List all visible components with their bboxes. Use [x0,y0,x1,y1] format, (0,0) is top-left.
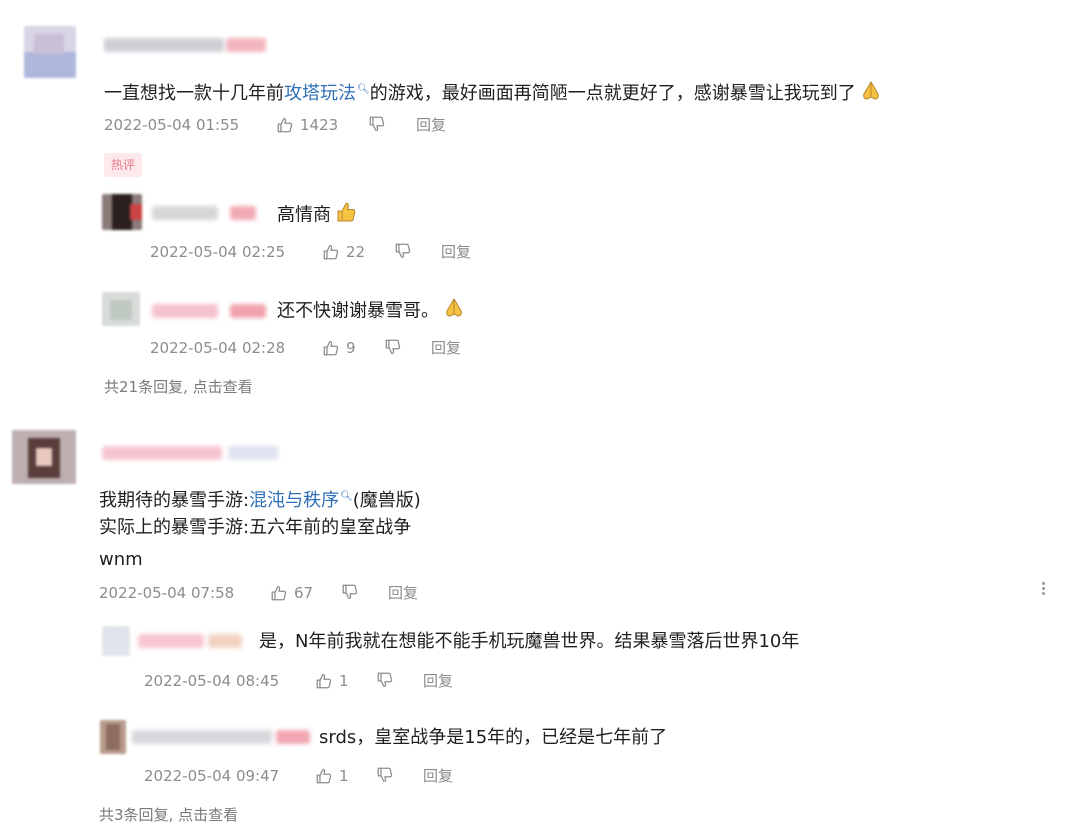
reply-label: 回复 [423,672,454,690]
reply-text: 高情商 [277,201,357,230]
dislike-button[interactable] [368,115,386,133]
reply-button[interactable]: 回复 [441,242,471,262]
thumbs-down-icon [341,583,359,601]
reply-text-part: 高情商 [277,204,331,226]
thumbs-up-icon [276,116,294,134]
comment-text: 我期待的暴雪手游:混沌与秩序🔍︎(魔兽版) [99,485,421,513]
view-more-replies-link[interactable]: 共21条回复, 点击查看 [104,377,253,397]
like-button[interactable]: 9 [322,338,356,358]
comment-time: 2022-05-04 07:58 [99,584,235,602]
search-hint-icon: 🔍︎ [340,491,353,502]
like-button[interactable]: 67 [270,583,313,603]
thumbs-down-icon [376,671,394,689]
thumbs-up-emoji [335,201,357,230]
view-more-replies-link[interactable]: 共3条回复, 点击查看 [99,805,238,825]
like-button[interactable]: 1423 [276,115,338,135]
comment-text-part: 的游戏，最好画面再简陋一点就更好了，感谢暴雪让我玩到了 [369,83,856,104]
comment-text-part: 我期待的暴雪手游: [99,490,250,511]
like-count: 1423 [300,116,339,134]
like-button[interactable]: 1 [315,671,349,691]
topic-link[interactable]: 攻塔玩法 [284,83,356,104]
comment-time: 2022-05-04 01:55 [104,116,240,134]
hot-comment-badge: 热评 [104,153,143,177]
dislike-button[interactable] [376,766,394,784]
reply-button[interactable]: 回复 [431,338,461,358]
search-hint-icon: 🔍︎ [357,84,370,95]
dislike-button[interactable] [394,242,412,260]
like-button[interactable]: 1 [315,766,349,786]
like-count: 9 [346,339,356,357]
thumbs-up-icon [270,584,288,602]
avatar[interactable] [102,626,130,656]
avatar[interactable] [102,292,140,326]
reply-text: srds，皇室战争是15年的，已经是七年前了 [319,727,668,748]
comment-text-part: 一直想找一款十几年前 [104,83,284,104]
comment-text-line: wnm [99,549,143,570]
comment-text: 一直想找一款十几年前攻塔玩法🔍︎的游戏，最好画面再简陋一点就更好了，感谢暴雪让我… [104,78,882,109]
like-count: 1 [339,672,349,690]
reply-label: 回复 [416,116,447,134]
avatar[interactable] [102,194,142,230]
reply-text-part: 还不快谢谢暴雪哥。 [277,300,439,322]
like-button[interactable]: 22 [322,242,365,262]
more-icon[interactable] [1042,580,1046,597]
folded-hands-emoji [860,80,882,109]
reply-time: 2022-05-04 08:45 [144,672,280,690]
reply-time: 2022-05-04 09:47 [144,767,280,785]
thumbs-up-icon [322,339,340,357]
reply-time: 2022-05-04 02:25 [150,243,286,261]
like-count: 67 [294,584,314,602]
dislike-button[interactable] [376,671,394,689]
reply-label: 回复 [441,243,472,261]
reply-button[interactable]: 回复 [388,583,418,603]
thumbs-up-icon [315,672,333,690]
thumbs-down-icon [394,242,412,260]
reply-time: 2022-05-04 02:28 [150,339,286,357]
comment-text-line: 实际上的暴雪手游:五六年前的皇室战争 [99,517,412,538]
reply-label: 回复 [431,339,462,357]
reply-text: 还不快谢谢暴雪哥。 [277,297,465,326]
avatar[interactable] [12,430,76,484]
reply-text: 是，N年前我就在想能不能手机玩魔兽世界。结果暴雪落后世界10年 [259,631,800,652]
dislike-button[interactable] [341,583,359,601]
reply-label: 回复 [423,767,454,785]
thumbs-up-icon [315,767,333,785]
reply-label: 回复 [388,584,419,602]
like-count: 1 [339,767,349,785]
reply-button[interactable]: 回复 [416,115,446,135]
reply-button[interactable]: 回复 [423,766,453,786]
comment-text-part: (魔兽版) [352,490,421,511]
like-count: 22 [346,243,366,261]
thumbs-up-icon [322,243,340,261]
avatar[interactable] [100,720,126,754]
thumbs-down-icon [384,338,402,356]
thumbs-down-icon [368,115,386,133]
avatar[interactable] [24,26,76,78]
thumbs-down-icon [376,766,394,784]
dislike-button[interactable] [384,338,402,356]
folded-hands-emoji [443,297,465,326]
reply-button[interactable]: 回复 [423,671,453,691]
topic-link[interactable]: 混沌与秩序 [249,490,339,511]
